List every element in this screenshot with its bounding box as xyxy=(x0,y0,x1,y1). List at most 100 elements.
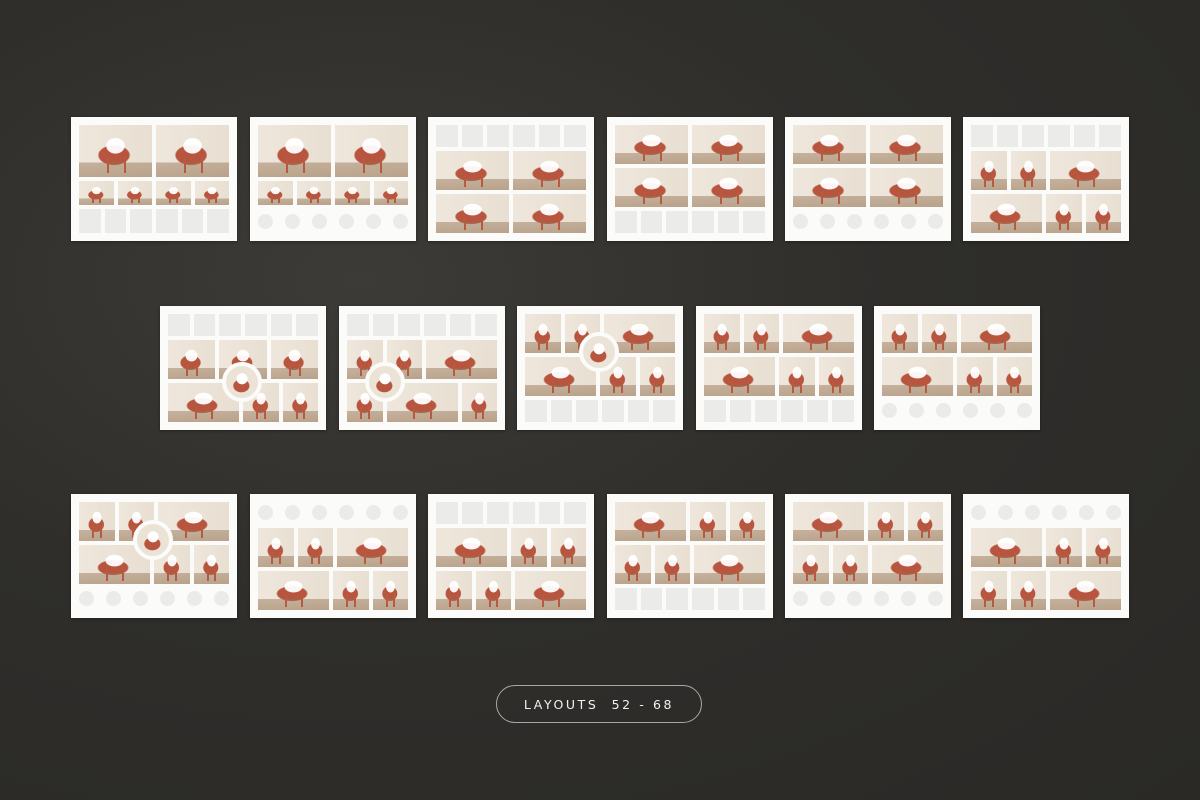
photo-slot xyxy=(779,357,815,396)
placeholder-slot xyxy=(1022,125,1044,147)
dot-slot xyxy=(874,214,889,229)
photo-slot xyxy=(1046,528,1082,567)
placeholder-slot xyxy=(666,211,688,233)
placeholder-slot xyxy=(372,314,395,336)
photo-slot xyxy=(694,545,765,584)
photo-slot xyxy=(615,168,688,207)
photo-slot xyxy=(372,571,408,610)
placeholder-slot xyxy=(181,209,204,233)
dot-slot xyxy=(847,214,862,229)
dot-slot xyxy=(339,214,354,229)
dot-slot xyxy=(214,591,229,606)
layout-card-layout-56[interactable] xyxy=(785,117,951,241)
layouts-range-label: LAYOUTS 52 - 68 xyxy=(523,696,675,712)
photo-slot xyxy=(961,314,1032,353)
layouts-range-badge: LAYOUTS 52 - 68 xyxy=(496,685,702,723)
layout-card-layout-59[interactable] xyxy=(339,306,505,430)
dot-slot xyxy=(1106,505,1121,520)
photo-slot xyxy=(1010,151,1046,190)
dot-slot xyxy=(793,591,808,606)
photo-slot xyxy=(704,314,740,353)
placeholder-slot xyxy=(692,211,714,233)
dot-slot xyxy=(1017,403,1032,418)
photo-slot xyxy=(882,314,918,353)
dot-slot xyxy=(998,505,1013,520)
layout-card-layout-58[interactable] xyxy=(160,306,326,430)
placeholder-slot xyxy=(207,209,229,233)
layout-card-layout-57[interactable] xyxy=(963,117,1129,241)
photo-slot xyxy=(193,545,229,584)
photo-slot xyxy=(511,528,547,567)
placeholder-slot xyxy=(270,314,293,336)
photo-slot xyxy=(921,314,957,353)
placeholder-slot xyxy=(781,400,803,422)
layout-card-layout-67[interactable] xyxy=(785,494,951,618)
circle-photo-slot xyxy=(365,362,405,402)
photo-slot xyxy=(1046,194,1082,233)
photo-slot xyxy=(615,502,686,541)
photo-slot xyxy=(426,340,497,379)
photo-slot xyxy=(513,151,586,190)
dot-slot xyxy=(874,591,889,606)
placeholder-slot xyxy=(487,125,509,147)
photo-slot xyxy=(1050,151,1121,190)
layout-card-layout-61[interactable] xyxy=(696,306,862,430)
dot-slot xyxy=(285,214,300,229)
layout-card-layout-66[interactable] xyxy=(607,494,773,618)
layout-card-layout-53[interactable] xyxy=(250,117,416,241)
placeholder-slot xyxy=(640,211,663,233)
placeholder-slot xyxy=(398,314,420,336)
placeholder-slot xyxy=(449,314,472,336)
layout-card-layout-60[interactable] xyxy=(517,306,683,430)
placeholder-slot xyxy=(219,314,241,336)
placeholder-slot xyxy=(743,588,765,610)
photo-slot xyxy=(1050,571,1121,610)
dot-slot xyxy=(366,214,381,229)
dot-slot xyxy=(971,505,986,520)
placeholder-slot xyxy=(347,314,369,336)
dot-slot xyxy=(285,505,300,520)
placeholder-slot xyxy=(692,588,714,610)
layout-card-layout-54[interactable] xyxy=(428,117,594,241)
dot-slot xyxy=(1052,505,1067,520)
photo-slot xyxy=(971,528,1042,567)
photo-slot xyxy=(882,357,953,396)
photo-slot xyxy=(282,383,318,422)
photo-slot xyxy=(337,528,408,567)
placeholder-slot xyxy=(79,209,101,233)
placeholder-slot xyxy=(1099,125,1121,147)
placeholder-slot xyxy=(538,125,561,147)
layout-card-layout-62[interactable] xyxy=(874,306,1040,430)
layout-card-layout-52[interactable] xyxy=(71,117,237,241)
layout-card-layout-65[interactable] xyxy=(428,494,594,618)
dot-slot xyxy=(258,505,273,520)
placeholder-slot xyxy=(806,400,829,422)
placeholder-slot xyxy=(729,400,752,422)
photo-slot xyxy=(654,545,690,584)
photo-slot xyxy=(258,125,331,177)
dot-slot xyxy=(963,403,978,418)
dot-slot xyxy=(160,591,175,606)
placeholder-slot xyxy=(550,400,573,422)
photo-slot xyxy=(475,571,511,610)
photo-slot xyxy=(971,571,1007,610)
photo-slot xyxy=(156,181,191,205)
layout-card-layout-68[interactable] xyxy=(963,494,1129,618)
photo-slot xyxy=(525,314,561,353)
dot-slot xyxy=(847,591,862,606)
layout-card-layout-55[interactable] xyxy=(607,117,773,241)
photo-slot xyxy=(615,125,688,164)
photo-slot xyxy=(868,502,904,541)
photo-slot xyxy=(373,181,408,205)
layout-card-layout-64[interactable] xyxy=(250,494,416,618)
layout-card-layout-63[interactable] xyxy=(71,494,237,618)
placeholder-slot xyxy=(156,209,178,233)
dot-slot xyxy=(793,214,808,229)
photo-slot xyxy=(1010,571,1046,610)
photo-slot xyxy=(335,181,370,205)
photo-slot xyxy=(461,383,497,422)
dot-slot xyxy=(79,591,94,606)
dot-slot xyxy=(133,591,148,606)
photo-slot xyxy=(436,571,472,610)
placeholder-slot xyxy=(704,400,726,422)
